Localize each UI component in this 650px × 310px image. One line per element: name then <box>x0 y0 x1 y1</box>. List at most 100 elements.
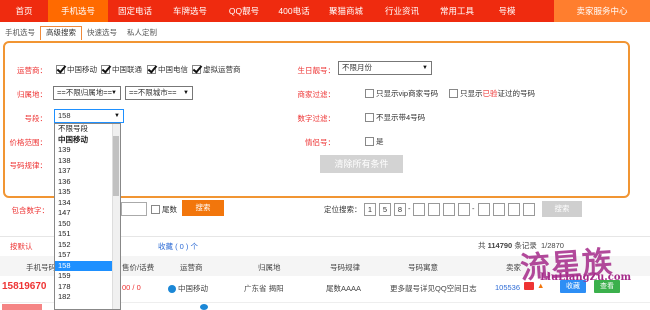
scrollbar-thumb[interactable] <box>113 136 119 196</box>
checkbox-icon[interactable] <box>449 89 458 98</box>
tab-custom[interactable]: 私人定制 <box>122 26 162 40</box>
locate-digit-8[interactable] <box>478 203 490 216</box>
locate-search-button[interactable]: 搜索 <box>542 201 582 217</box>
chevron-down-icon: ▼ <box>111 90 117 96</box>
city-select[interactable]: ==不限城市== ▼ <box>125 86 193 100</box>
segment-dropdown-list[interactable]: 不限号段 中国移动 139 138 137 136 135 134 147 150 151 152 15… <box>54 123 121 310</box>
segment-label: 号段： <box>24 114 48 123</box>
price-value: 00 / 0 <box>122 283 141 292</box>
chevron-down-icon: ▼ <box>183 90 189 96</box>
checkbox-checked-icon[interactable] <box>101 65 110 74</box>
dropdown-option[interactable]: 136 <box>55 177 120 188</box>
carrier-option-virtual[interactable]: 虚拟运营商 <box>192 64 241 75</box>
dropdown-scrollbar[interactable] <box>112 124 120 309</box>
nav-mall[interactable]: 聚猫商城 <box>318 0 374 22</box>
vip-only-option[interactable]: 只显示vip商家号码 <box>365 88 438 99</box>
dropdown-option[interactable]: 139 <box>55 145 120 156</box>
pattern-label: 号码规律： <box>9 161 48 170</box>
price-range-label: 价格范围： <box>9 138 48 147</box>
dropdown-option[interactable]: 135 <box>55 187 120 198</box>
checkbox-icon[interactable] <box>365 89 374 98</box>
checkbox-checked-icon[interactable] <box>56 65 65 74</box>
cmcc-logo-icon <box>168 285 176 294</box>
checkbox-checked-icon[interactable] <box>147 65 156 74</box>
nav-news[interactable]: 行业资讯 <box>374 0 430 22</box>
lovers-option[interactable]: 是 <box>365 136 384 147</box>
locate-digit-9[interactable] <box>493 203 505 216</box>
nav-model[interactable]: 号模 <box>484 0 530 22</box>
pattern-value: 尾数AAAA <box>326 284 362 293</box>
chevron-down-icon: ▼ <box>422 65 428 71</box>
location-label: 归属地： <box>17 90 47 99</box>
contains-digit-input[interactable] <box>121 202 147 216</box>
verified-only-option[interactable]: 只显示 已验 证过的号码 <box>449 88 535 99</box>
dropdown-option[interactable]: 中国移动 <box>55 135 120 146</box>
segment-select[interactable]: 158 ▼ <box>54 109 124 123</box>
seller-id[interactable]: 105536 <box>495 283 520 292</box>
phone-number[interactable]: 15819670 <box>2 281 47 292</box>
nav-400[interactable]: 400电话 <box>270 0 318 22</box>
locate-digit-4[interactable] <box>413 203 425 216</box>
birthday-label: 生日靓号： <box>297 66 336 75</box>
locate-digit-11[interactable] <box>523 203 535 216</box>
watermark-url: LiuLiangZu.com <box>540 272 632 283</box>
header-location: 归属地 <box>258 263 281 272</box>
header-pattern: 号码规律 <box>330 263 360 272</box>
tab-quick-select[interactable]: 快速选号 <box>82 26 122 40</box>
dropdown-option[interactable]: 137 <box>55 166 120 177</box>
location-value: 广东省 揭阳 <box>244 284 284 293</box>
nav-plate[interactable]: 车牌选号 <box>162 0 218 22</box>
dropdown-option[interactable]: 151 <box>55 229 120 240</box>
checkbox-icon[interactable] <box>365 113 374 122</box>
province-select[interactable]: ==不限归属地== ▼ <box>53 86 121 100</box>
header-meaning: 号码寓意 <box>408 263 438 272</box>
sort-default-tab[interactable]: 按默认 <box>10 241 33 252</box>
nav-mobile-select[interactable]: 手机选号 <box>48 0 108 22</box>
dropdown-option[interactable]: 178 <box>55 282 120 293</box>
dropdown-option[interactable]: 134 <box>55 198 120 209</box>
tail-option[interactable]: 尾数 <box>151 204 177 215</box>
tab-mobile-select[interactable]: 手机选号 <box>0 26 40 40</box>
nav-landline[interactable]: 固定电话 <box>108 0 162 22</box>
dropdown-option[interactable]: 182 <box>55 292 120 303</box>
locate-search-label: 定位搜索： <box>324 205 362 214</box>
checkbox-checked-icon[interactable] <box>192 65 201 74</box>
tab-advanced-search[interactable]: 高级搜索 <box>40 26 82 40</box>
clear-all-button[interactable]: 清除所有条件 <box>320 155 403 173</box>
nav-home[interactable]: 首页 <box>0 0 48 22</box>
seller-center-button[interactable]: 卖家服务中心 <box>554 0 650 22</box>
dropdown-option[interactable]: 138 <box>55 156 120 167</box>
nav-tools[interactable]: 常用工具 <box>430 0 484 22</box>
locate-digit-6[interactable] <box>443 203 455 216</box>
locate-digit-1[interactable]: 1 <box>364 203 376 216</box>
carrier-option-unicom[interactable]: 中国联通 <box>101 64 142 75</box>
dropdown-option[interactable]: 157 <box>55 250 120 261</box>
locate-digit-7[interactable] <box>458 203 470 216</box>
favorites-link[interactable]: 收藏 ( 0 ) 个 <box>158 241 198 252</box>
merchant-filter-label: 商家过滤： <box>297 90 336 99</box>
dropdown-option[interactable]: 150 <box>55 219 120 230</box>
locate-digit-3[interactable]: 8 <box>394 203 406 216</box>
lovers-label: 情侣号： <box>305 138 335 147</box>
dropdown-option[interactable]: 不限号段 <box>55 124 120 135</box>
no-four-option[interactable]: 不显示带4号码 <box>365 112 425 123</box>
carrier-option-telecom[interactable]: 中国电信 <box>147 64 188 75</box>
locate-digit-2[interactable]: 5 <box>379 203 391 216</box>
dropdown-option[interactable]: 158 <box>55 260 120 271</box>
dropdown-option[interactable]: 152 <box>55 240 120 251</box>
checkbox-icon[interactable] <box>365 137 374 146</box>
checkbox-icon[interactable] <box>151 205 160 214</box>
header-number: 手机号码 <box>26 263 56 272</box>
carrier-option-cmcc[interactable]: 中国移动 <box>56 64 97 75</box>
nav-qq[interactable]: QQ靓号 <box>218 0 270 22</box>
header-seller: 卖家 <box>506 263 521 272</box>
birthday-select[interactable]: 不限月份 ▼ <box>338 61 432 75</box>
phone-number-partial[interactable] <box>2 304 42 310</box>
carrier-label: 运营商： <box>17 66 47 75</box>
locate-digit-10[interactable] <box>508 203 520 216</box>
dropdown-option[interactable]: 159 <box>55 271 120 282</box>
contains-search-button[interactable]: 搜索 <box>182 200 224 216</box>
top-nav: 首页 手机选号 固定电话 车牌选号 QQ靓号 400电话 聚猫商城 行业资讯 常… <box>0 0 650 22</box>
dropdown-option[interactable]: 147 <box>55 208 120 219</box>
locate-digit-5[interactable] <box>428 203 440 216</box>
